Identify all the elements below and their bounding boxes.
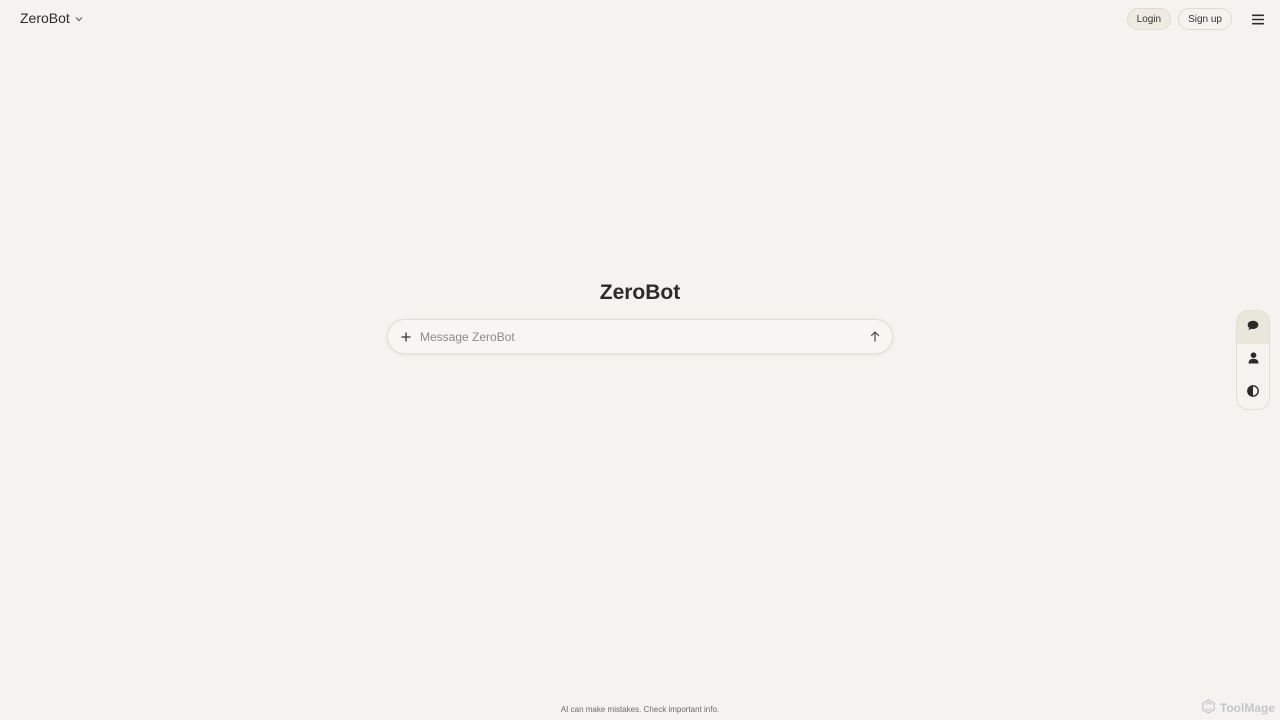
rail-item-profile[interactable]	[1237, 344, 1269, 377]
side-rail	[1236, 310, 1270, 410]
model-selector[interactable]: ZeroBot	[20, 10, 83, 26]
chat-bubble-icon	[1247, 318, 1259, 336]
chevron-down-icon	[75, 16, 83, 22]
watermark: ToolMage	[1201, 699, 1275, 717]
watermark-logo-icon	[1201, 699, 1216, 717]
contrast-icon	[1247, 384, 1259, 402]
auth-buttons: Login Sign up	[1126, 8, 1232, 30]
hamburger-menu-icon[interactable]	[1251, 12, 1265, 26]
arrow-up-icon[interactable]	[868, 330, 882, 344]
page-title: ZeroBot	[599, 281, 681, 304]
message-input[interactable]	[420, 329, 868, 344]
disclaimer-text: AI can make mistakes. Check important in…	[560, 705, 720, 714]
model-name: ZeroBot	[20, 10, 70, 26]
login-button[interactable]: Login	[1126, 8, 1172, 30]
watermark-text: ToolMage	[1219, 701, 1275, 715]
signup-button[interactable]: Sign up	[1178, 8, 1232, 30]
rail-item-chat[interactable]	[1237, 311, 1269, 344]
message-composer	[387, 319, 893, 354]
person-icon	[1248, 351, 1259, 369]
plus-icon[interactable]	[399, 330, 413, 344]
page: ZeroBot Login Sign up ZeroBot Message Ze…	[0, 0, 1280, 720]
rail-item-theme[interactable]	[1237, 376, 1269, 409]
